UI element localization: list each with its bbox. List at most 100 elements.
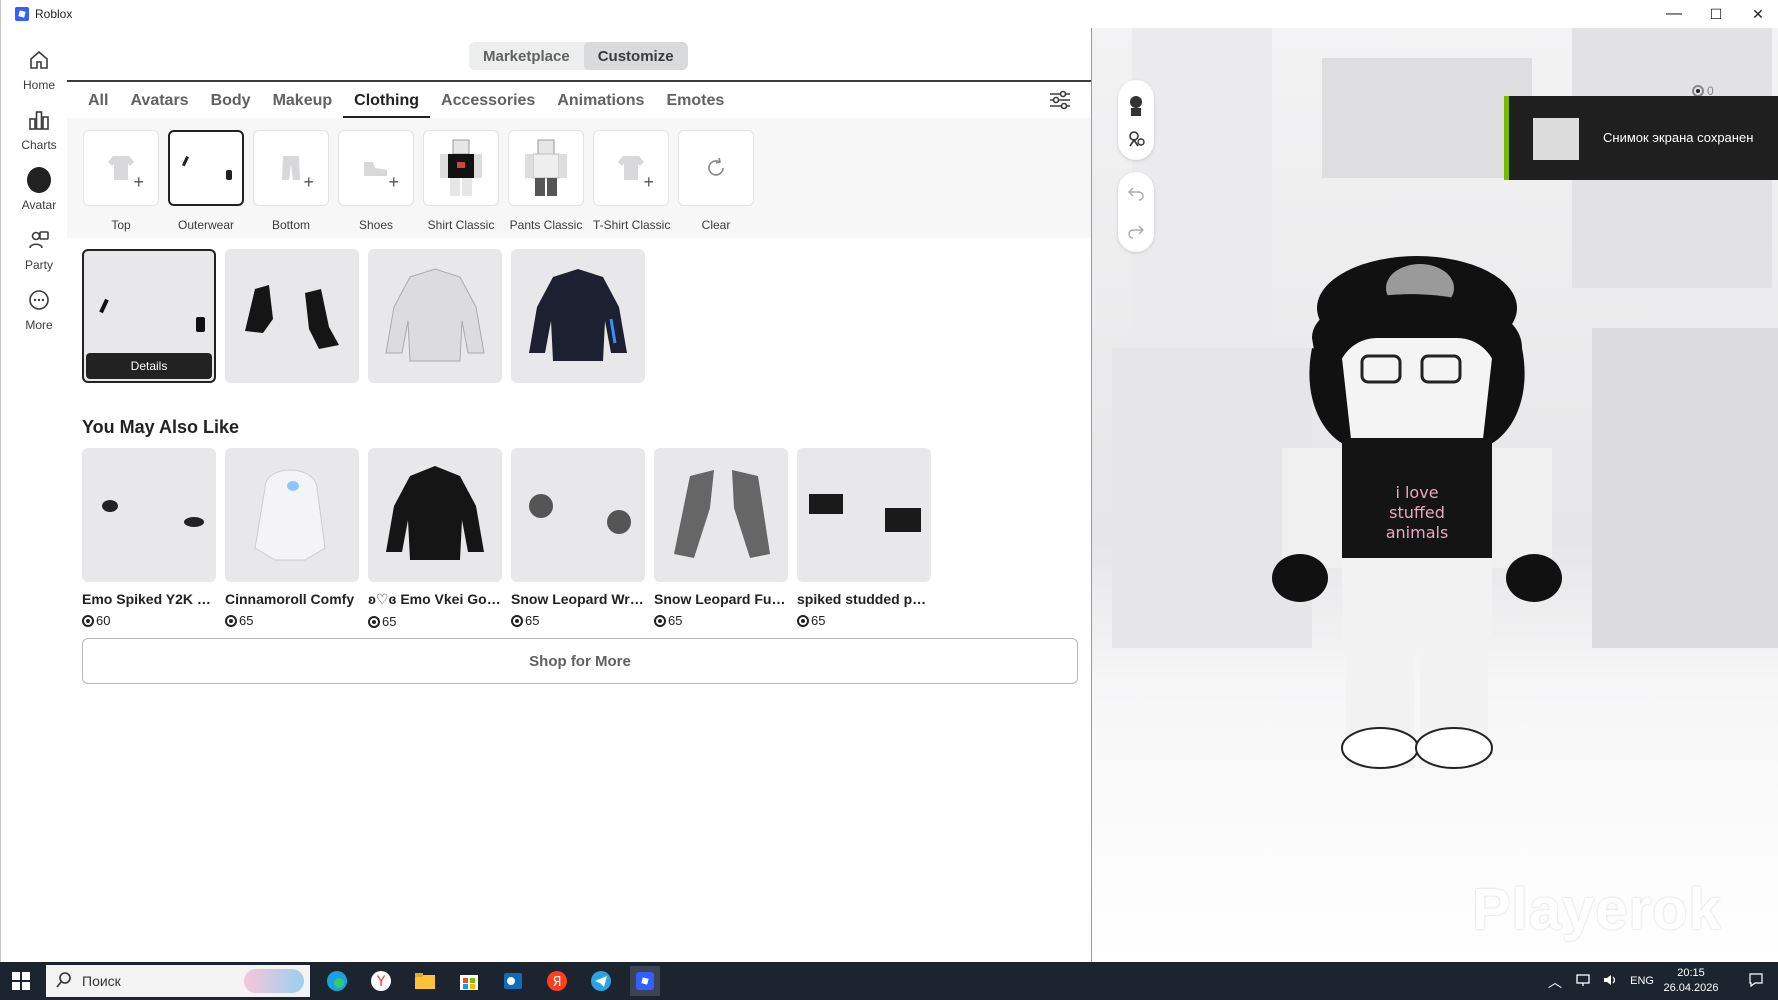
robux-icon xyxy=(797,614,809,627)
tab-marketplace[interactable]: Marketplace xyxy=(469,42,584,70)
subcategory-tile[interactable] xyxy=(678,130,754,206)
avatar-viewport[interactable]: 0 i love stuffed animals Снимок экрана с… xyxy=(1091,28,1778,962)
recommended-item[interactable]: Snow Leopard Wris... 65 xyxy=(511,448,645,628)
tab-accessories[interactable]: Accessories xyxy=(430,90,546,118)
language-indicator[interactable]: ENG xyxy=(1630,975,1654,987)
recommended-item[interactable]: Emo Spiked Y2K Le... 60 xyxy=(82,448,216,628)
tab-customize[interactable]: Customize xyxy=(583,42,688,70)
screenshot-thumbnail xyxy=(1533,118,1579,160)
subcategory-tile[interactable]: + xyxy=(338,130,414,206)
item-name[interactable]: Cinnamoroll Comfy xyxy=(225,591,359,607)
subcategory-tile[interactable] xyxy=(423,130,499,206)
windows-start-icon[interactable] xyxy=(12,972,30,990)
pants-icon xyxy=(282,156,300,180)
chevron-up-icon[interactable]: ︿ xyxy=(1548,972,1562,992)
network-icon[interactable] xyxy=(1576,972,1592,991)
store-icon[interactable] xyxy=(454,966,484,996)
shirt-classic-thumbnail xyxy=(440,139,482,196)
item-thumbnail[interactable] xyxy=(225,448,359,582)
subcategory-tile[interactable]: + xyxy=(253,130,329,206)
subcategory-tshirt-classic[interactable]: + T-Shirt Classic xyxy=(593,130,670,232)
home-icon xyxy=(27,48,51,72)
item-name[interactable]: spiked studded pu... xyxy=(797,591,931,607)
taskbar-search[interactable]: Поиск xyxy=(46,965,310,997)
sidebar-item-party[interactable]: Party xyxy=(9,220,69,280)
robux-icon xyxy=(225,614,237,627)
edge-icon[interactable] xyxy=(322,966,352,996)
plus-icon: + xyxy=(133,172,144,192)
item-price: 65 xyxy=(654,613,788,628)
notification-icon[interactable] xyxy=(1748,972,1764,991)
owned-item-selected[interactable]: Details xyxy=(82,249,216,383)
subcategory-bottom[interactable]: + Bottom xyxy=(253,130,329,232)
recommended-item[interactable]: spiked studded pu... 65 xyxy=(797,448,931,628)
details-button[interactable]: Details xyxy=(86,353,212,379)
recommended-item[interactable]: ʚ♡ɞ Emo Vkei Goth... 65 xyxy=(368,448,502,629)
item-thumbnail xyxy=(245,285,339,349)
subcategory-shirt-classic[interactable]: Shirt Classic xyxy=(423,130,499,232)
sidebar-item-more[interactable]: More xyxy=(9,280,69,340)
item-thumbnail[interactable] xyxy=(797,448,931,582)
tab-all[interactable]: All xyxy=(77,90,119,118)
redo-icon[interactable] xyxy=(1127,222,1145,245)
sidebar-item-home[interactable]: Home xyxy=(9,40,69,100)
svg-text:stuffed: stuffed xyxy=(1389,503,1445,522)
sidebar-item-charts[interactable]: Charts xyxy=(9,100,69,160)
subcategory-label: Outerwear xyxy=(177,218,235,232)
owned-item[interactable] xyxy=(511,249,645,383)
recommended-item[interactable]: Cinnamoroll Comfy 65 xyxy=(225,448,359,628)
subcategory-clear[interactable]: Clear xyxy=(678,130,754,232)
roblox-taskbar-icon[interactable] xyxy=(630,966,660,996)
item-name[interactable]: Emo Spiked Y2K Le... xyxy=(82,591,216,607)
item-name[interactable]: ʚ♡ɞ Emo Vkei Goth... xyxy=(368,591,502,608)
yandex-icon[interactable]: Я xyxy=(542,966,572,996)
yandex-browser-icon[interactable]: Y xyxy=(366,966,396,996)
close-button[interactable]: ✕ xyxy=(1737,0,1778,28)
tab-body[interactable]: Body xyxy=(200,90,262,118)
screenshot-toast[interactable]: Снимок экрана сохранен xyxy=(1504,96,1778,180)
volume-icon[interactable] xyxy=(1602,972,1618,991)
tab-makeup[interactable]: Makeup xyxy=(262,90,344,118)
subcategory-label: Top xyxy=(111,218,131,232)
undo-icon[interactable] xyxy=(1127,184,1145,207)
file-explorer-icon[interactable] xyxy=(410,966,440,996)
sidebar-item-avatar[interactable]: Avatar xyxy=(9,160,69,220)
owned-item[interactable] xyxy=(368,249,502,383)
outlook-icon[interactable] xyxy=(498,966,528,996)
clock[interactable]: 20:15 26.04.2026 xyxy=(1662,967,1720,994)
filter-icon[interactable] xyxy=(1047,87,1073,113)
item-thumbnail xyxy=(99,298,205,332)
subcategory-shoes[interactable]: + Shoes xyxy=(338,130,414,232)
plus-icon: + xyxy=(303,172,314,192)
subcategory-top[interactable]: + Top xyxy=(83,130,159,232)
subcategory-outerwear[interactable]: Outerwear xyxy=(168,130,244,232)
item-name[interactable]: Snow Leopard Wris... xyxy=(511,591,645,607)
shoe-icon xyxy=(364,162,387,176)
subcategory-pants-classic[interactable]: Pants Classic xyxy=(508,130,584,232)
item-name[interactable]: Snow Leopard Fur ... xyxy=(654,591,788,607)
item-price: 60 xyxy=(82,613,216,628)
tab-animations[interactable]: Animations xyxy=(546,90,655,118)
telegram-icon[interactable] xyxy=(586,966,616,996)
clock-time: 20:15 xyxy=(1677,967,1705,979)
subcategory-label: Shoes xyxy=(358,218,394,232)
item-thumbnail[interactable] xyxy=(654,448,788,582)
recommended-item[interactable]: Snow Leopard Fur ... 65 xyxy=(654,448,788,628)
shop-for-more-button[interactable]: Shop for More xyxy=(82,638,1078,684)
item-thumbnail[interactable] xyxy=(511,448,645,582)
subcategory-tile[interactable]: + xyxy=(83,130,159,206)
item-thumbnail[interactable] xyxy=(82,448,216,582)
tab-avatars[interactable]: Avatars xyxy=(119,90,199,118)
owned-item[interactable] xyxy=(225,249,359,383)
subcategory-tile[interactable] xyxy=(508,130,584,206)
svg-text:i love: i love xyxy=(1395,483,1438,502)
item-thumbnail[interactable] xyxy=(368,448,502,582)
roblox-logo-icon xyxy=(15,7,29,21)
maximize-button[interactable]: ☐ xyxy=(1695,0,1737,28)
subcategory-tile[interactable]: + xyxy=(593,130,669,206)
minimize-button[interactable]: — xyxy=(1653,0,1695,28)
subcategory-label: Bottom xyxy=(271,218,310,232)
subcategory-tile[interactable] xyxy=(168,130,244,206)
tab-clothing[interactable]: Clothing xyxy=(343,90,431,118)
tab-emotes[interactable]: Emotes xyxy=(655,90,735,118)
